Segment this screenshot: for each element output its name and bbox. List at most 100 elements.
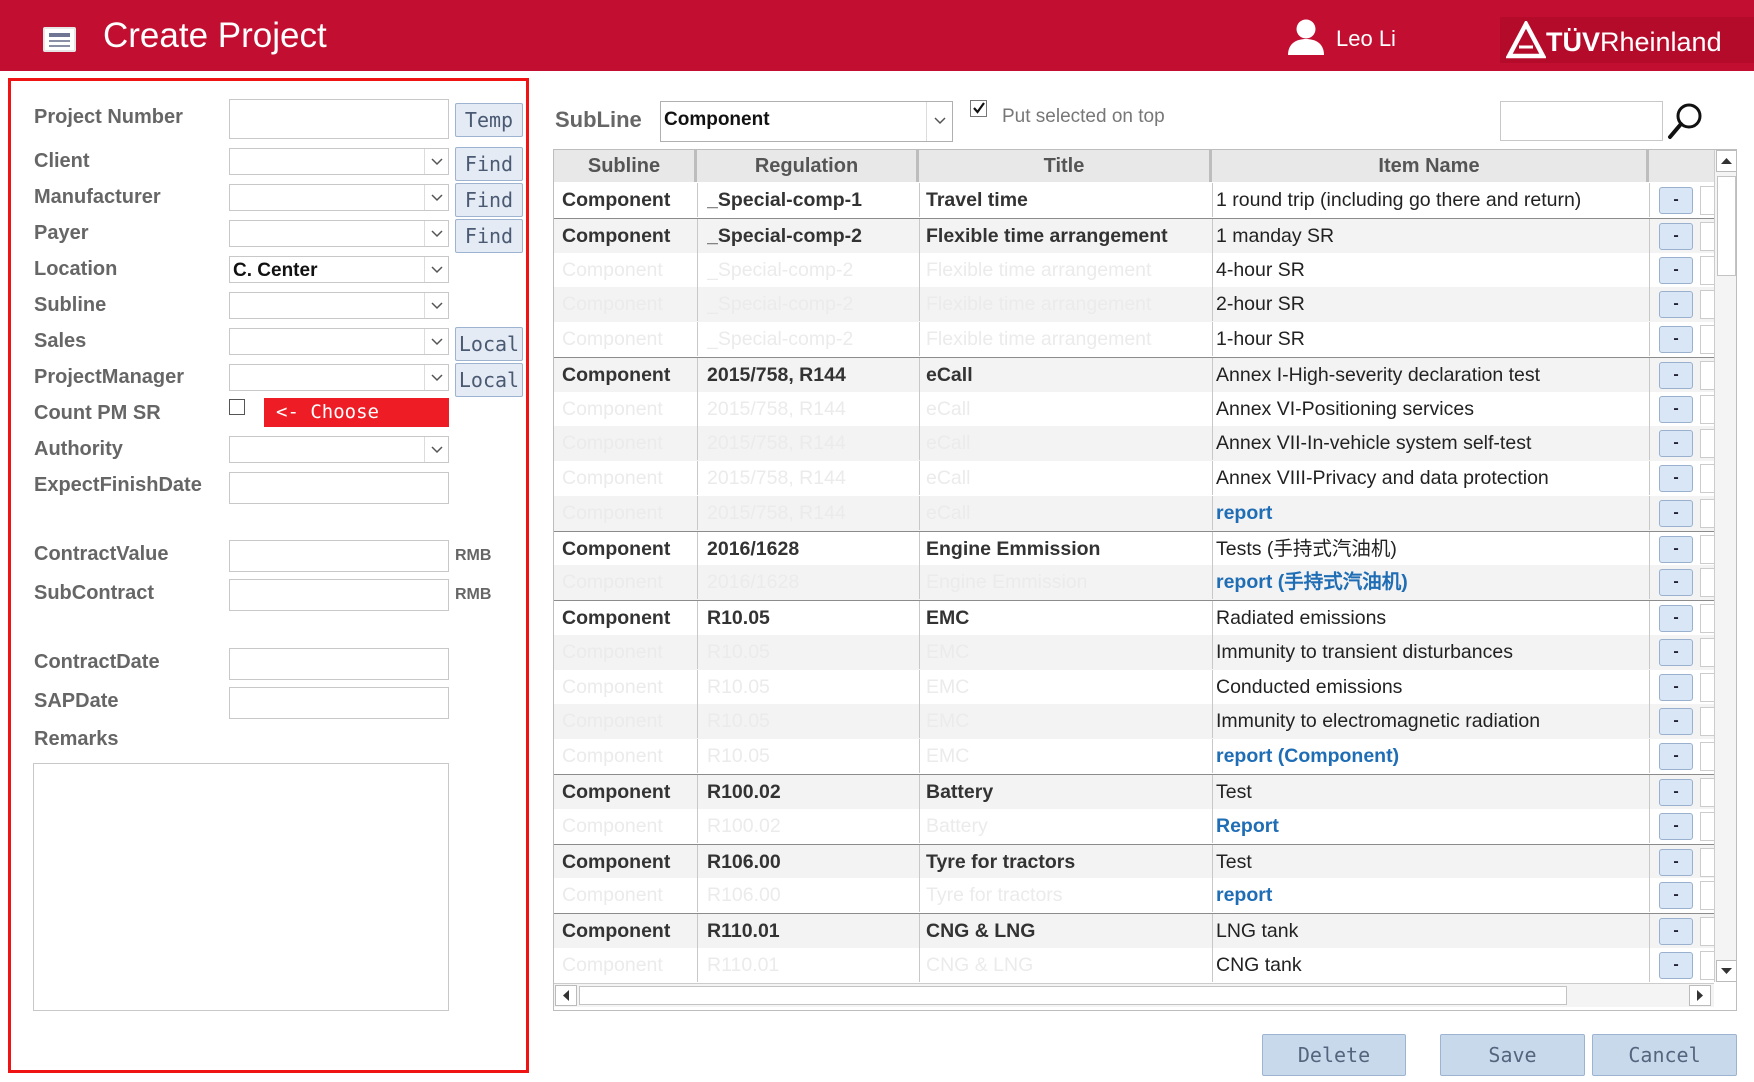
table-row[interactable]: Component 2015/758, R144 eCall Annex VIII-P… — [554, 461, 1714, 496]
chevron-down-icon[interactable] — [926, 102, 952, 141]
table-row[interactable]: Component 2016/1628 Engine Emmission report… — [554, 565, 1714, 601]
payer-find-button[interactable]: Find — [455, 219, 523, 253]
row-select-box[interactable] — [1700, 464, 1714, 494]
row-select-box[interactable] — [1700, 881, 1714, 911]
remove-row-button[interactable]: - — [1659, 222, 1693, 250]
count-pm-sr-checkbox[interactable] — [229, 399, 245, 415]
row-select-box[interactable] — [1700, 672, 1714, 702]
payer-select[interactable] — [229, 220, 449, 247]
row-select-box[interactable] — [1700, 534, 1714, 564]
horizontal-scroll-thumb[interactable] — [579, 986, 1567, 1005]
remove-row-button[interactable]: - — [1659, 918, 1693, 946]
delete-button[interactable]: Delete — [1262, 1034, 1406, 1076]
remove-row-button[interactable]: - — [1659, 743, 1693, 771]
row-select-box[interactable] — [1700, 429, 1714, 459]
table-row[interactable]: Component R10.05 EMC Immunity to electromag… — [554, 704, 1714, 740]
remove-row-button[interactable]: - — [1659, 882, 1693, 910]
row-select-box[interactable] — [1700, 742, 1714, 772]
remove-row-button[interactable]: - — [1659, 326, 1693, 354]
project-manager-local-button[interactable]: Local — [455, 363, 523, 397]
client-find-button[interactable]: Find — [455, 147, 523, 181]
table-row[interactable]: Component _Special-comp-2 Flexible time ar… — [554, 322, 1714, 357]
remove-row-button[interactable]: - — [1659, 951, 1693, 979]
table-row[interactable]: Component R10.05 EMC Conducted emissions - — [554, 669, 1714, 705]
row-select-box[interactable] — [1700, 290, 1714, 320]
remove-row-button[interactable]: - — [1659, 848, 1693, 876]
table-row[interactable]: Component R10.05 EMC report (Component) - — [554, 739, 1714, 774]
sap-date-input[interactable] — [229, 687, 449, 719]
remove-row-button[interactable]: - — [1659, 673, 1693, 701]
row-select-box[interactable] — [1700, 394, 1714, 424]
remove-row-button[interactable]: - — [1659, 256, 1693, 284]
put-selected-on-top-checkbox[interactable] — [970, 100, 987, 117]
row-select-box[interactable] — [1700, 847, 1714, 877]
contract-value-input[interactable] — [229, 540, 449, 572]
scroll-right-arrow-icon[interactable] — [1689, 985, 1711, 1006]
vertical-scrollbar[interactable] — [1714, 150, 1736, 982]
menu-icon[interactable] — [43, 27, 76, 52]
row-select-box[interactable] — [1700, 637, 1714, 667]
remove-row-button[interactable]: - — [1659, 291, 1693, 319]
location-select[interactable]: C. Center — [229, 256, 449, 283]
table-row[interactable]: Component R10.05 EMC Immunity to transient … — [554, 634, 1714, 670]
expect-finish-date-input[interactable] — [229, 472, 449, 504]
chevron-down-icon[interactable] — [424, 293, 448, 318]
contract-date-input[interactable] — [229, 648, 449, 680]
table-row[interactable]: Component R100.02 Battery Test - — [554, 774, 1714, 810]
row-select-box[interactable] — [1700, 568, 1714, 598]
row-select-box[interactable] — [1700, 917, 1714, 947]
remove-row-button[interactable]: - — [1659, 569, 1693, 597]
chevron-down-icon[interactable] — [424, 329, 448, 354]
remove-row-button[interactable]: - — [1659, 812, 1693, 840]
table-row[interactable]: Component R100.02 Battery Report - — [554, 808, 1714, 844]
row-select-box[interactable] — [1700, 604, 1714, 634]
table-row[interactable]: Component R106.00 Tyre for tractors report - — [554, 878, 1714, 913]
user-icon[interactable] — [1287, 18, 1325, 56]
search-icon[interactable] — [1667, 101, 1705, 141]
chevron-down-icon[interactable] — [424, 221, 448, 246]
remove-row-button[interactable]: - — [1659, 499, 1693, 527]
client-select[interactable] — [229, 148, 449, 175]
scroll-down-arrow-icon[interactable] — [1716, 960, 1736, 982]
temp-button[interactable]: Temp — [455, 103, 523, 137]
row-select-box[interactable] — [1700, 221, 1714, 251]
search-input[interactable] — [1500, 101, 1663, 141]
vertical-scroll-thumb[interactable] — [1717, 176, 1736, 276]
column-header-title[interactable]: Title — [919, 150, 1212, 182]
remove-row-button[interactable]: - — [1659, 605, 1693, 633]
row-select-box[interactable] — [1700, 325, 1714, 355]
sub-contract-input[interactable] — [229, 579, 449, 611]
save-button[interactable]: Save — [1440, 1034, 1585, 1076]
project-manager-select[interactable] — [229, 364, 449, 391]
chevron-down-icon[interactable] — [424, 185, 448, 210]
remove-row-button[interactable]: - — [1659, 779, 1693, 807]
table-row[interactable]: Component 2015/758, R144 eCall report - — [554, 495, 1714, 531]
table-row[interactable]: Component R106.00 Tyre for tractors Test - — [554, 843, 1714, 879]
subline-select[interactable] — [229, 292, 449, 319]
remove-row-button[interactable]: - — [1659, 465, 1693, 493]
table-row[interactable]: Component _Special-comp-1 Travel time 1 rou… — [554, 183, 1714, 218]
row-select-box[interactable] — [1700, 778, 1714, 808]
chevron-down-icon[interactable] — [424, 437, 448, 462]
table-row[interactable]: Component R110.01 CNG & LNG CNG tank - — [554, 947, 1714, 983]
remove-row-button[interactable]: - — [1659, 535, 1693, 563]
remove-row-button[interactable]: - — [1659, 638, 1693, 666]
column-header-regulation[interactable]: Regulation — [697, 150, 919, 182]
row-select-box[interactable] — [1700, 360, 1714, 390]
table-row[interactable]: Component R10.05 EMC Radiated emissions - — [554, 600, 1714, 636]
table-row[interactable]: Component _Special-comp-2 Flexible time ar… — [554, 252, 1714, 288]
scroll-left-arrow-icon[interactable] — [555, 985, 577, 1006]
sales-select[interactable] — [229, 328, 449, 355]
manufacturer-select[interactable] — [229, 184, 449, 211]
remarks-textarea[interactable] — [33, 763, 449, 1011]
row-select-box[interactable] — [1700, 498, 1714, 528]
column-header-subline[interactable]: Subline — [554, 150, 697, 182]
remove-row-button[interactable]: - — [1659, 708, 1693, 736]
table-row[interactable]: Component R110.01 CNG & LNG LNG tank - — [554, 913, 1714, 949]
remove-row-button[interactable]: - — [1659, 187, 1693, 214]
chevron-down-icon[interactable] — [424, 257, 448, 282]
cancel-button[interactable]: Cancel — [1592, 1034, 1737, 1076]
table-row[interactable]: Component _Special-comp-2 Flexible time ar… — [554, 287, 1714, 323]
subline-filter-select[interactable]: Component — [660, 101, 953, 142]
remove-row-button[interactable]: - — [1659, 430, 1693, 458]
